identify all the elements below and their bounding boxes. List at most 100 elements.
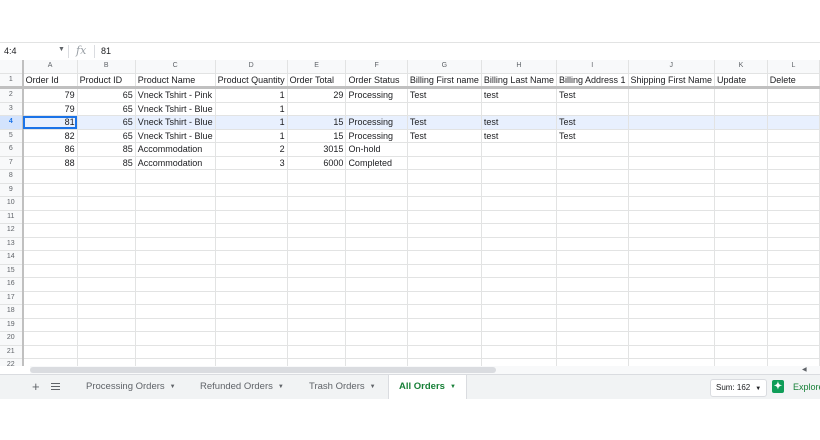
cell[interactable] [628,115,716,130]
cell[interactable] [481,169,557,184]
cell[interactable]: 2 [215,142,288,157]
cell[interactable]: Processing [345,115,408,130]
cell[interactable] [287,102,347,116]
cell[interactable]: Accommodation [135,156,216,170]
cell[interactable] [481,210,557,224]
cell[interactable] [345,183,408,197]
cell[interactable] [22,183,78,197]
scroll-left-icon[interactable]: ◀ [802,366,807,373]
cell[interactable] [287,223,347,238]
cell[interactable]: 86 [22,142,78,157]
column-title-cell[interactable]: Order Total [287,73,347,89]
cell[interactable]: 3015 [287,142,347,157]
row-header[interactable]: 10 [0,196,24,211]
cell[interactable]: 29 [287,87,347,103]
cell[interactable] [481,318,557,332]
cell[interactable] [215,196,288,211]
row-header[interactable]: 9 [0,183,24,197]
cell[interactable] [556,156,629,170]
cell[interactable] [77,210,136,224]
cell[interactable]: Test [556,129,629,143]
cell[interactable] [628,291,716,305]
cell[interactable] [556,223,629,238]
column-title-cell[interactable]: Shipping First Name [628,73,716,89]
cell[interactable] [481,102,557,116]
cell[interactable] [215,331,288,346]
cell[interactable] [215,183,288,197]
row-header[interactable]: 19 [0,318,24,332]
cell[interactable] [215,318,288,332]
cell[interactable] [714,277,768,292]
cell[interactable] [714,129,768,143]
cell[interactable] [481,183,557,197]
row-header[interactable]: 11 [0,210,24,224]
cell[interactable] [628,210,716,224]
cell[interactable] [135,264,216,278]
cell[interactable] [481,196,557,211]
cell[interactable] [215,277,288,292]
cell[interactable] [135,237,216,251]
cell[interactable] [345,196,408,211]
cell[interactable] [22,277,78,292]
cell[interactable]: 85 [77,156,136,170]
cell[interactable] [556,345,629,359]
cell[interactable] [215,223,288,238]
cell[interactable] [22,304,78,319]
cell[interactable]: 81 [22,115,78,130]
row-header[interactable]: 3 [0,102,24,116]
cell[interactable] [77,345,136,359]
cell[interactable] [714,142,768,157]
cell[interactable] [767,223,820,238]
cell[interactable] [767,102,820,116]
cell[interactable] [767,142,820,157]
tab-processing-orders[interactable]: Processing Orders ▼ [86,375,176,399]
cell[interactable] [135,304,216,319]
formula-input[interactable]: 81 [101,46,111,56]
column-title-cell[interactable]: Product Name [135,73,216,89]
cell[interactable] [481,331,557,346]
cell[interactable] [135,210,216,224]
tab-menu-icon[interactable]: ▼ [450,384,456,390]
name-box[interactable]: 4:4 [4,46,58,56]
cell[interactable] [407,102,482,116]
cell[interactable] [345,331,408,346]
cell[interactable] [135,169,216,184]
cell[interactable] [135,331,216,346]
cell[interactable] [481,223,557,238]
cell[interactable]: Vneck Tshirt - Pink [135,87,216,103]
cell[interactable] [407,331,482,346]
row-header[interactable]: 1 [0,73,24,89]
cell[interactable] [135,196,216,211]
cell[interactable] [767,345,820,359]
cell[interactable] [556,250,629,265]
cell[interactable]: Vneck Tshirt - Blue [135,129,216,143]
scrollbar-thumb[interactable] [30,367,496,373]
column-header-k[interactable]: K [714,60,768,74]
cell[interactable] [215,345,288,359]
cell[interactable] [714,304,768,319]
cell[interactable] [556,237,629,251]
cell[interactable] [407,277,482,292]
cell[interactable] [714,196,768,211]
tab-refunded-orders[interactable]: Refunded Orders ▼ [200,375,284,399]
cell[interactable] [556,304,629,319]
cell[interactable] [345,223,408,238]
column-title-cell[interactable]: Billing First name [407,73,482,89]
cell[interactable]: Accommodation [135,142,216,157]
column-title-cell[interactable]: Billing Address 1 [556,73,629,89]
cell[interactable] [628,277,716,292]
row-header[interactable]: 21 [0,345,24,359]
cell[interactable] [767,183,820,197]
row-header[interactable]: 4 [0,115,24,130]
cell[interactable] [481,304,557,319]
cell[interactable] [135,277,216,292]
cell[interactable] [135,223,216,238]
cell[interactable] [22,237,78,251]
select-all-corner[interactable] [0,60,24,74]
cell[interactable] [22,345,78,359]
cell[interactable] [628,142,716,157]
cell[interactable] [22,196,78,211]
cell[interactable] [628,304,716,319]
cell[interactable] [767,264,820,278]
cell[interactable] [714,345,768,359]
